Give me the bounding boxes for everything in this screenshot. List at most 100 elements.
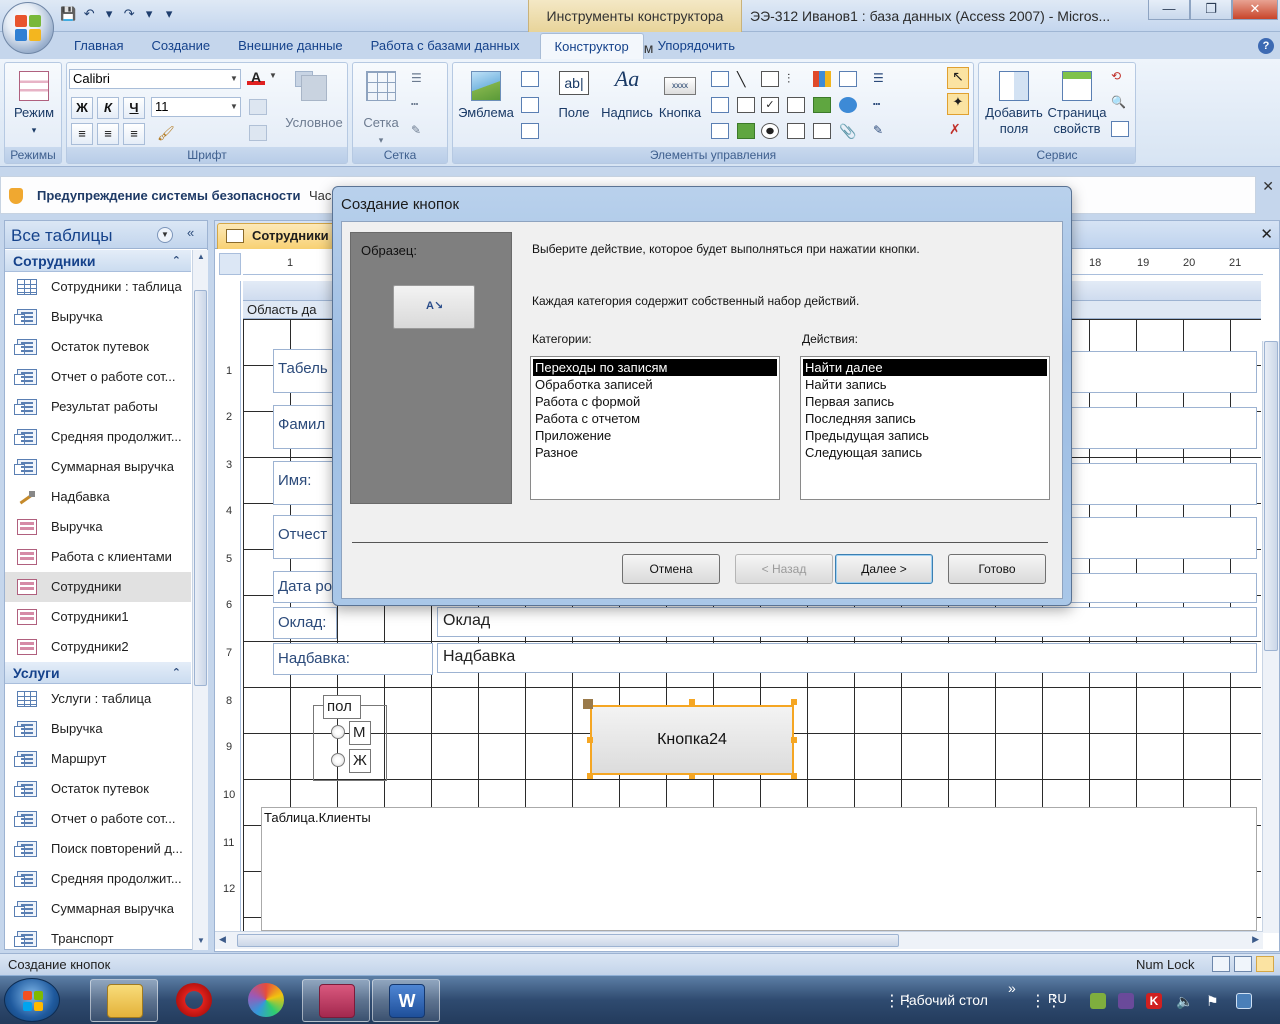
list-item[interactable]: Найти запись (801, 376, 1049, 393)
language-indicator[interactable]: RU (1048, 991, 1067, 1006)
conditional-format-button[interactable]: Условное (283, 75, 345, 131)
field-tabel[interactable] (1065, 351, 1257, 393)
redo-dropdown-icon[interactable]: ▾ (142, 6, 156, 22)
toolbar-chevron-icon[interactable]: » (1008, 980, 1016, 996)
horizontal-scrollbar[interactable]: ◀ ▶ (215, 931, 1263, 949)
scroll-up-icon[interactable]: ▲ (195, 252, 207, 264)
nav-item[interactable]: Сотрудники2 (5, 632, 191, 662)
redo-icon[interactable]: ↷ (122, 6, 136, 22)
web-browser-icon[interactable] (839, 97, 857, 113)
scroll-down-icon[interactable]: ▼ (195, 936, 207, 948)
checkbox-icon[interactable]: ✓ (761, 97, 779, 113)
combobox-icon[interactable] (711, 123, 729, 139)
label-nadbavka[interactable]: Надбавка: (273, 643, 433, 675)
attachment-frame-icon[interactable] (787, 123, 805, 139)
list-item[interactable]: Работа с отчетом (531, 410, 779, 427)
taskbar-word[interactable]: W (372, 979, 440, 1022)
volume-tray-icon[interactable]: 🔈 (1176, 993, 1193, 1009)
convert-macros-icon[interactable] (1111, 121, 1129, 137)
nav-header-title[interactable]: Все таблицы (11, 226, 112, 246)
activex-icon[interactable]: ✗ (949, 121, 967, 137)
nav-item[interactable]: Суммарная выручка (5, 452, 191, 482)
command-button-24[interactable]: Кнопка24 (590, 705, 794, 775)
app-tray-icon[interactable] (1118, 993, 1134, 1009)
line-thickness-icon[interactable]: ☰ (873, 71, 891, 87)
toggle-icon[interactable] (761, 71, 779, 87)
field-familiya[interactable] (1065, 407, 1257, 449)
font-color-icon[interactable]: A (247, 69, 265, 85)
nav-item[interactable]: Отчет о работе сот... (5, 362, 191, 392)
radio-female[interactable] (331, 753, 345, 767)
nav-item[interactable]: Надбавка (5, 482, 191, 512)
document-close-icon[interactable]: ✕ (1260, 225, 1273, 243)
office-button[interactable] (2, 2, 54, 54)
tab-order-icon[interactable]: ⟲ (1111, 69, 1129, 85)
option-female-label[interactable]: Ж (349, 749, 371, 773)
title-icon[interactable] (521, 71, 539, 87)
field-oklad[interactable]: Оклад (437, 607, 1257, 637)
code-icon[interactable]: 🔍 (1111, 95, 1129, 111)
taskbar-explorer[interactable] (90, 979, 158, 1022)
nav-item[interactable]: Суммарная выручка (5, 894, 191, 924)
tab-arrange[interactable]: Упорядочить (644, 33, 749, 59)
nav-item[interactable]: Маршрут (5, 744, 191, 774)
field-birth-date[interactable] (1065, 573, 1257, 603)
horizontal-scroll-thumb[interactable] (237, 934, 899, 947)
italic-button[interactable]: К (97, 97, 119, 119)
resize-handle[interactable] (791, 773, 797, 779)
align-right-icon[interactable]: ≡ (123, 123, 145, 145)
attachment-icon[interactable]: 📎 (839, 123, 857, 139)
flag-tray-icon[interactable]: ⚑ (1206, 993, 1222, 1009)
scroll-right-icon[interactable]: ▶ (1252, 934, 1259, 945)
fill-color-icon[interactable] (249, 99, 267, 115)
page-number-icon[interactable] (521, 97, 539, 113)
list-item[interactable]: Обработка записей (531, 376, 779, 393)
list-item[interactable]: Переходы по записям (533, 359, 777, 376)
select-pointer-icon[interactable]: ↖ (947, 67, 969, 89)
list-item[interactable]: Разное (531, 444, 779, 461)
taskbar-opera[interactable] (160, 979, 228, 1022)
view-mode-button[interactable]: Режим ▾ (7, 71, 61, 138)
document-tab-employees[interactable]: Сотрудники (217, 223, 341, 249)
align-left-icon[interactable]: ≡ (71, 123, 93, 145)
subform-clients[interactable]: Таблица.Клиенты (261, 807, 1257, 931)
tab-create[interactable]: Создание (137, 33, 224, 59)
network-tray-icon[interactable] (1090, 993, 1106, 1009)
add-fields-button[interactable]: Добавить поля (981, 71, 1047, 137)
list-item[interactable]: Работа с формой (531, 393, 779, 410)
nav-item[interactable]: Транспорт (5, 924, 191, 950)
vertical-scrollbar[interactable] (1262, 341, 1279, 933)
emblem-button[interactable]: Эмблема (457, 71, 515, 121)
list-item[interactable]: Найти далее (803, 359, 1047, 376)
align-center-icon[interactable]: ≡ (97, 123, 119, 145)
undo-icon[interactable]: ↶ (82, 6, 96, 22)
tab-external-data[interactable]: Внешние данные (224, 33, 357, 59)
field-otchestvo[interactable] (1065, 517, 1257, 559)
rectangle-icon[interactable] (737, 97, 755, 113)
control-wizards-icon[interactable]: ✦ (947, 93, 969, 115)
nav-item[interactable]: Средняя продолжит... (5, 864, 191, 894)
nav-item[interactable]: Отчет о работе сот... (5, 804, 191, 834)
actions-listbox[interactable]: Найти далее Найти запись Первая запись Посл… (800, 356, 1050, 500)
start-button[interactable] (4, 978, 60, 1022)
help-icon[interactable]: ? (1258, 38, 1274, 54)
chart-icon[interactable] (813, 71, 831, 87)
textbox-button[interactable]: ab| Поле (549, 71, 599, 121)
taskbar-access[interactable] (302, 979, 370, 1022)
resize-handle[interactable] (689, 773, 695, 779)
option-button-icon[interactable] (761, 123, 779, 139)
resize-handle[interactable] (689, 699, 695, 705)
nav-item[interactable]: Работа с клиентами (5, 542, 191, 572)
nav-section-header[interactable]: Сотрудники ⌃ (5, 250, 191, 272)
tab-database-tools[interactable]: Работа с базами данных (357, 33, 534, 59)
monitor-tray-icon[interactable] (1236, 993, 1252, 1009)
property-sheet-button[interactable]: Страница свойств (1045, 71, 1109, 137)
option-group-label[interactable]: пол (323, 695, 361, 719)
nav-item[interactable]: Выручка (5, 512, 191, 542)
bold-button[interactable]: Ж (71, 97, 93, 119)
resize-handle[interactable] (791, 737, 797, 743)
nav-item[interactable]: Сотрудники (5, 572, 191, 602)
line-type-icon[interactable]: ┅ (873, 97, 891, 113)
list-item[interactable]: Предыдущая запись (801, 427, 1049, 444)
field-imya[interactable] (1065, 463, 1257, 505)
